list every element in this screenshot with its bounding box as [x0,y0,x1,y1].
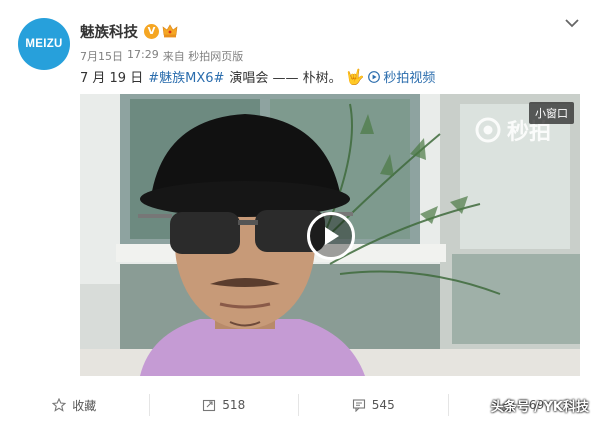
rock-hand-emoji-icon: 🤟 [345,67,365,86]
post-date[interactable]: 7月15日 [80,48,123,64]
miaopai-logo-icon [475,117,501,143]
play-circle-icon [368,70,381,83]
post-meta: 7月15日 17:29 来自 秒拍网页版 [80,48,557,64]
favorite-label: 收藏 [72,398,97,413]
post-text-date: 7 月 19 日 [80,71,144,86]
post-text: 7 月 19 日 #魅族MX6# 演唱会 —— 朴树。 🤟 秒拍视频 [80,67,587,87]
play-icon [325,227,339,245]
author-row: 魅族科技 V [80,21,557,42]
video-link-label: 秒拍视频 [383,71,436,86]
avatar[interactable]: MEIZU [18,18,70,70]
post-source: 来自 秒拍网页版 [162,50,244,63]
post-header: 魅族科技 V 7月15日 17:29 来自 秒拍网页版 [80,22,557,64]
video-link[interactable]: 秒拍视频 [368,67,435,86]
star-icon [52,398,67,412]
mini-window-button[interactable]: 小窗口 [529,102,574,124]
avatar-logo-text: MEIZU [25,38,63,50]
verified-badge: V [144,23,159,39]
hashtag-link[interactable]: #魅族MX6# [148,67,224,86]
comment-count: 545 [371,398,395,412]
source-watermark: 头条号 / YK科技 [490,400,589,415]
repost-count: 518 [222,398,246,412]
play-button[interactable] [307,212,355,260]
repost-button[interactable]: 518 [150,389,299,421]
author-name[interactable]: 魅族科技 [80,21,138,42]
post-time[interactable]: 17:29 [127,48,159,64]
chevron-down-icon[interactable] [565,18,579,28]
comment-icon [352,399,365,412]
vip-crown-icon [162,24,178,38]
repost-icon [203,399,216,412]
comment-button[interactable]: 545 [299,389,448,421]
post-text-body: 演唱会 —— 朴树。 [229,71,342,86]
video-player[interactable]: 秒拍 小窗口 [80,94,580,376]
favorite-button[interactable]: 收藏 [0,389,149,421]
